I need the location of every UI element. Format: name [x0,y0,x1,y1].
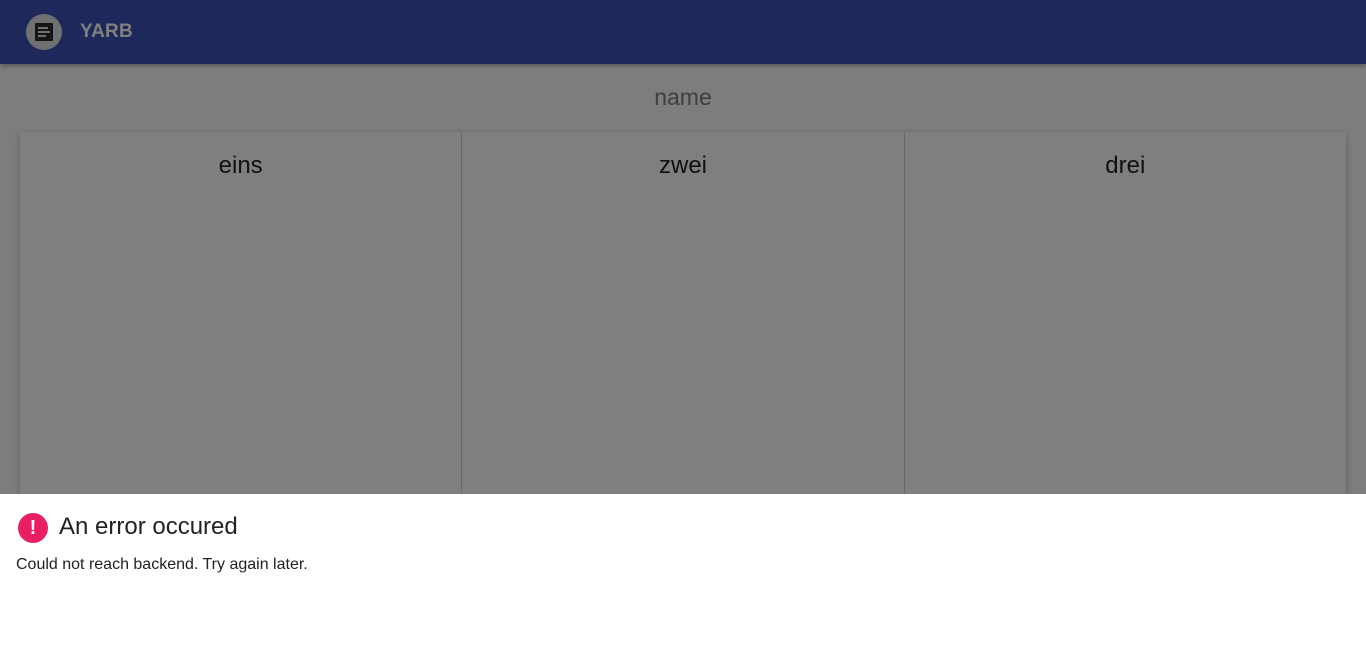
error-icon: ! [18,513,48,543]
error-title: An error occured [59,513,238,540]
error-message: Could not reach backend. Try again later… [16,556,308,573]
app-root: YARB name eins zwei drei ! An error occu… [0,0,1366,654]
